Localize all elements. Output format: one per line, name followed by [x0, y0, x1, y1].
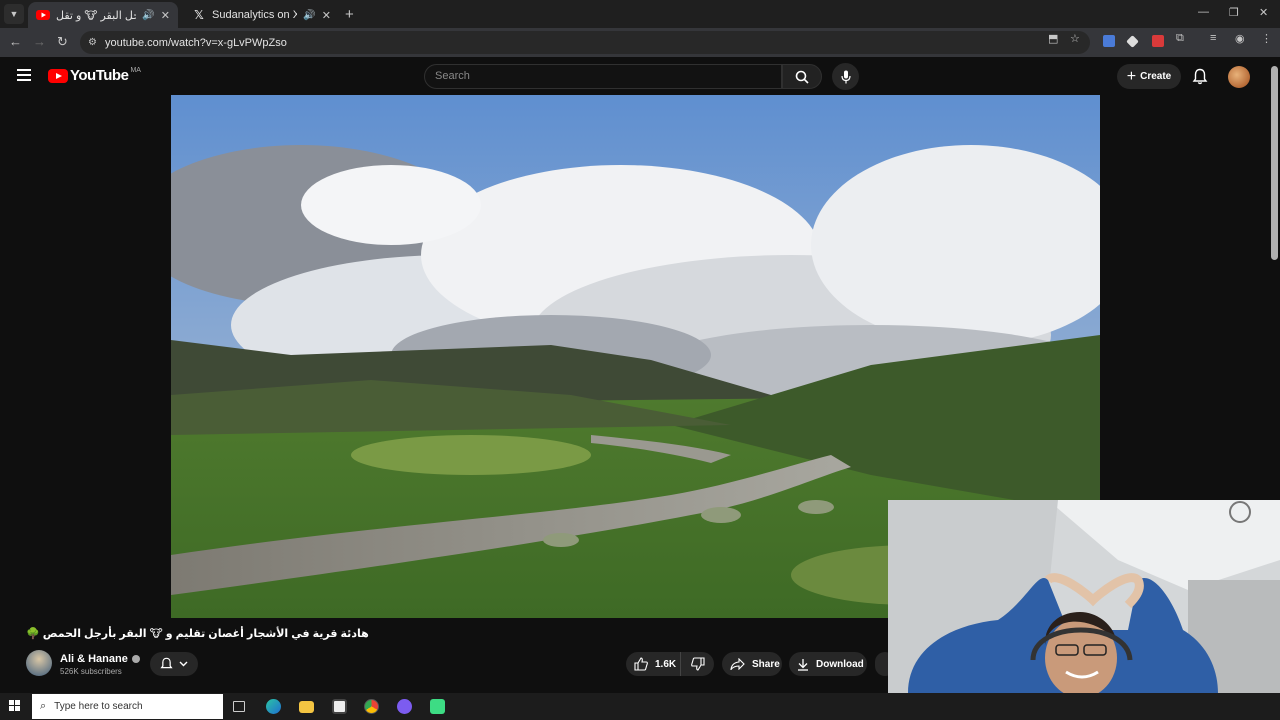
- share-arrow-icon: [730, 658, 745, 670]
- microphone-icon: [840, 70, 851, 83]
- like-dislike-group: 1.6K: [626, 652, 714, 676]
- extension-red-icon[interactable]: [1152, 35, 1164, 47]
- youtube-favicon-icon: [36, 8, 50, 22]
- create-label: Create: [1140, 71, 1172, 82]
- like-button[interactable]: 1.6K: [626, 652, 681, 676]
- voice-search-button[interactable]: [832, 63, 859, 90]
- microsoft-store-icon[interactable]: [332, 699, 347, 714]
- plus-icon: +: [1126, 67, 1137, 85]
- close-tab-icon[interactable]: ✕: [161, 9, 170, 22]
- media-controls-icon[interactable]: ≡: [1210, 32, 1216, 44]
- speaker-icon[interactable]: 🔊: [142, 10, 154, 21]
- edge-browser-icon[interactable]: [266, 699, 281, 714]
- country-code: MA: [130, 67, 141, 74]
- url-text: youtube.com/watch?v=x-gLvPWpZso: [104, 36, 287, 49]
- tab-search-button[interactable]: ▼: [4, 4, 24, 24]
- youtube-masthead: YouTube MA Search + Create: [0, 57, 1280, 95]
- like-count: 1.6K: [655, 658, 677, 670]
- site-settings-icon[interactable]: ⚙: [88, 37, 97, 48]
- hamburger-menu-icon[interactable]: [17, 69, 31, 84]
- install-app-icon[interactable]: ⬒: [1048, 32, 1058, 45]
- taskbar-search-box[interactable]: ⌕ Type here to search: [32, 694, 223, 719]
- forward-arrow-icon[interactable]: →: [33, 34, 46, 49]
- channel-avatar[interactable]: [26, 650, 52, 676]
- webcam-overlay: [888, 500, 1280, 693]
- notifications-bell-icon[interactable]: [1192, 68, 1208, 90]
- speaker-icon[interactable]: 🔊: [303, 10, 315, 21]
- extensions-puzzle-icon[interactable]: ⧉: [1176, 32, 1184, 45]
- windows-taskbar: ⌕ Type here to search: [0, 693, 1280, 720]
- bookmark-star-icon[interactable]: ☆: [1070, 32, 1080, 45]
- youtube-logo[interactable]: YouTube MA: [48, 67, 141, 84]
- youtube-play-logo-icon: [48, 68, 68, 83]
- back-arrow-icon[interactable]: ←: [9, 34, 22, 49]
- thumbs-down-icon: [690, 657, 705, 671]
- search-icon: ⌕: [40, 700, 47, 712]
- extension-diamond-icon[interactable]: [1126, 35, 1139, 48]
- tab-title: الحمص بأرجل البقر 🐮 و تقل: [56, 9, 136, 22]
- taskbar-search-placeholder: Type here to search: [54, 701, 143, 712]
- restore-icon[interactable]: ❐: [1229, 6, 1239, 19]
- channel-name-row[interactable]: Ali & Hanane: [60, 653, 140, 665]
- tab-youtube[interactable]: الحمص بأرجل البقر 🐮 و تقل 🔊 ✕: [28, 2, 178, 28]
- tab-title: Sudanalytics on X: "Lo desp: [212, 9, 298, 21]
- android-app-icon[interactable]: [430, 699, 445, 714]
- reload-icon[interactable]: ↻: [57, 34, 68, 50]
- channel-name: Ali & Hanane: [60, 653, 128, 665]
- translate-extension-icon[interactable]: [1103, 35, 1115, 47]
- browser-toolbar: ← → ↻ ⚙ youtube.com/watch?v=x-gLvPWpZso …: [0, 28, 1280, 57]
- new-tab-icon[interactable]: +: [345, 6, 354, 23]
- bell-icon: [160, 657, 173, 669]
- minimize-icon[interactable]: —: [1198, 6, 1209, 18]
- browser-tab-bar: ▼ الحمص بأرجل البقر 🐮 و تقل 🔊 ✕ 𝕏 Sudana…: [0, 0, 1280, 28]
- download-button[interactable]: Download: [789, 652, 867, 676]
- browser-menu-icon[interactable]: ⋮: [1261, 32, 1272, 45]
- close-tab-icon[interactable]: ✕: [322, 9, 331, 22]
- download-icon: [798, 658, 808, 671]
- discord-icon[interactable]: [397, 699, 412, 714]
- share-button[interactable]: Share: [722, 652, 782, 676]
- windows-start-icon[interactable]: [9, 700, 21, 712]
- thumbs-up-icon: [634, 657, 648, 671]
- verified-badge-icon: [131, 655, 140, 663]
- address-bar[interactable]: ⚙ youtube.com/watch?v=x-gLvPWpZso: [80, 31, 1090, 54]
- search-button[interactable]: [782, 64, 822, 89]
- dislike-button[interactable]: [681, 652, 714, 676]
- download-label: Download: [816, 658, 864, 670]
- task-view-icon[interactable]: [233, 701, 245, 712]
- create-button[interactable]: + Create: [1117, 64, 1181, 89]
- search-input[interactable]: Search: [424, 64, 782, 89]
- video-title: هادئة قرية في الأشجار أغصان تقليم و 🐮 ال…: [26, 628, 369, 640]
- close-window-icon[interactable]: ✕: [1259, 6, 1268, 19]
- chrome-icon[interactable]: [364, 699, 379, 714]
- chevron-down-icon: [179, 661, 188, 667]
- webcam-person-image: [888, 500, 1280, 693]
- x-logo-icon: 𝕏: [194, 8, 204, 22]
- page-scrollbar[interactable]: [1271, 66, 1278, 260]
- logo-text: YouTube: [70, 67, 129, 84]
- profile-icon[interactable]: ◉: [1235, 32, 1245, 45]
- search-icon: [795, 70, 809, 84]
- file-explorer-icon[interactable]: [299, 701, 314, 713]
- subscribed-notifications-button[interactable]: [150, 652, 198, 676]
- tab-x-post[interactable]: 𝕏 Sudanalytics on X: "Lo desp 🔊 ✕: [184, 2, 339, 28]
- account-avatar[interactable]: [1228, 66, 1250, 88]
- subscriber-count: 526K subscribers: [60, 667, 122, 676]
- share-label: Share: [752, 658, 780, 670]
